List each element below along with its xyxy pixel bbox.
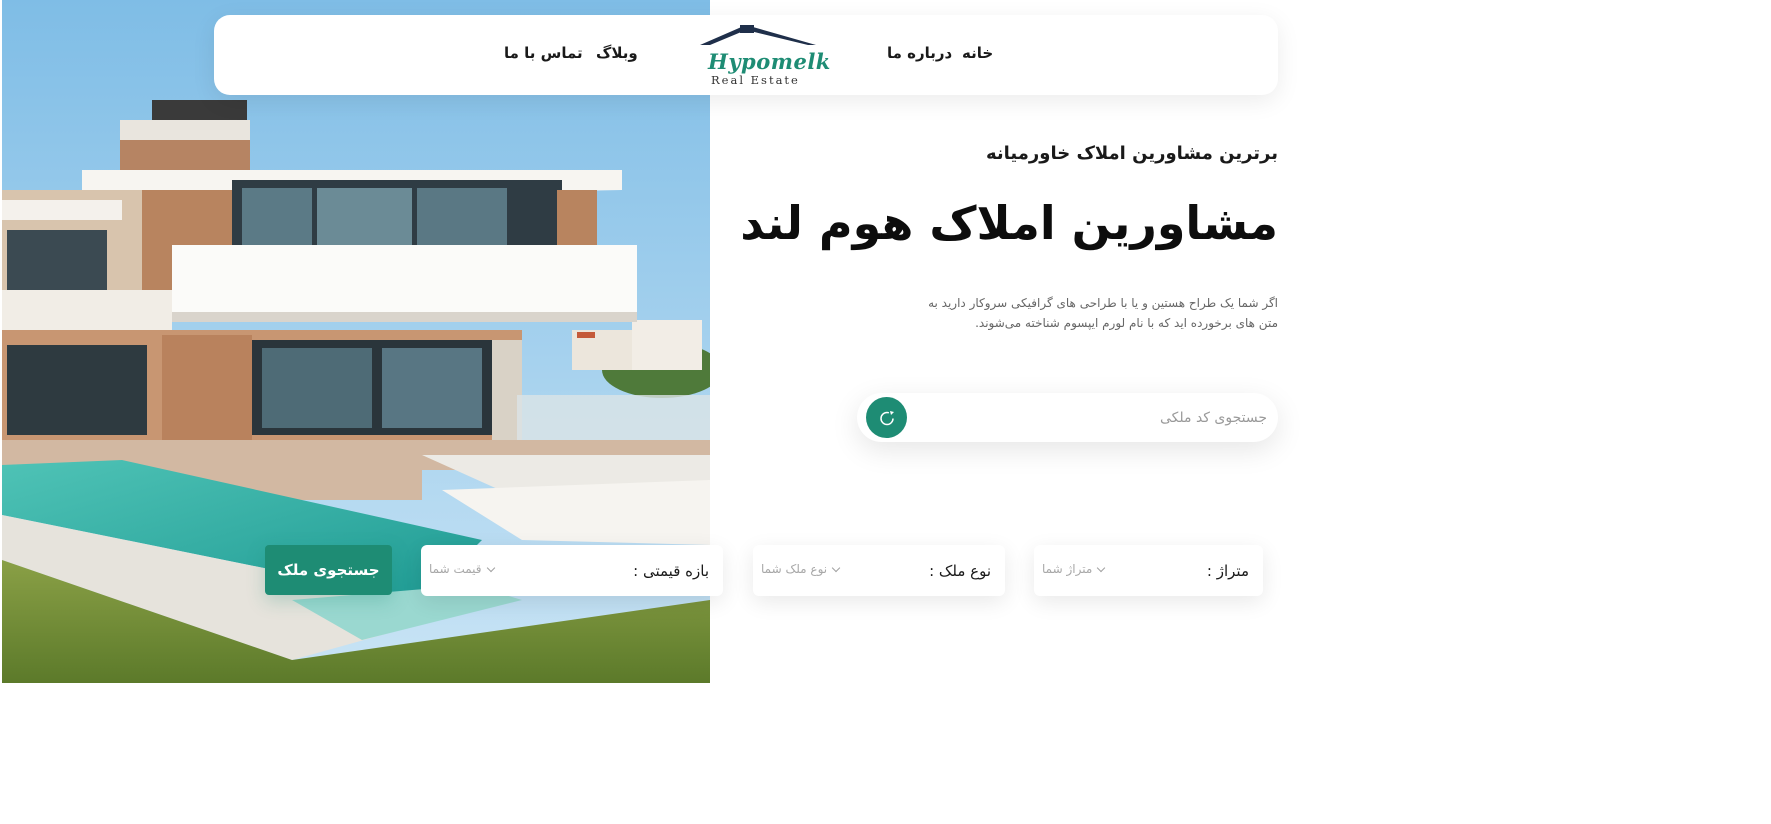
- price-select[interactable]: قیمت شما: [429, 562, 495, 576]
- chevron-down-icon: [486, 563, 495, 572]
- hero-subtitle: برترین مشاورین املاک خاورمیانه: [985, 143, 1278, 164]
- search-refresh-icon: [879, 410, 894, 425]
- filter-price-range: بازه قیمتی : قیمت شما: [421, 545, 723, 596]
- search-property-button[interactable]: جستجوی ملک: [265, 545, 392, 595]
- chevron-down-icon: [1097, 563, 1106, 572]
- nav-item-blog[interactable]: وبلاگ: [596, 44, 638, 62]
- property-type-select[interactable]: نوع ملک شما: [761, 562, 841, 576]
- nav-item-contact[interactable]: تماس با ما: [504, 44, 583, 62]
- hero-description: اگر شما یک طراح هستین و یا با طراحی های …: [928, 296, 1278, 330]
- nav-item-about[interactable]: درباره ما: [887, 44, 952, 62]
- brand-logo[interactable]: Hypomelk Real Estate: [698, 21, 830, 91]
- filter-area: متراژ : متراژ شما: [1034, 545, 1263, 596]
- roof-logo-icon: [700, 25, 816, 45]
- search-input[interactable]: [917, 393, 1267, 442]
- filter-area-label: متراژ :: [1206, 562, 1249, 580]
- main-navbar: خانه درباره ما Hypomelk Real Estate وبلا…: [214, 15, 1278, 95]
- search-button[interactable]: [866, 397, 907, 438]
- property-code-search: [857, 393, 1278, 442]
- brand-name: Hypomelk: [708, 49, 831, 74]
- chevron-down-icon: [831, 563, 841, 572]
- brand-tagline: Real Estate: [711, 73, 800, 87]
- filter-type-label: نوع ملک :: [929, 562, 991, 580]
- hero-headline: مشاورین املاک هوم لند: [740, 196, 1278, 250]
- nav-item-home[interactable]: خانه: [962, 44, 993, 62]
- area-select[interactable]: متراژ شما: [1042, 562, 1106, 576]
- filter-price-label: بازه قیمتی :: [633, 562, 709, 580]
- filter-property-type: نوع ملک : نوع ملک شما: [753, 545, 1005, 596]
